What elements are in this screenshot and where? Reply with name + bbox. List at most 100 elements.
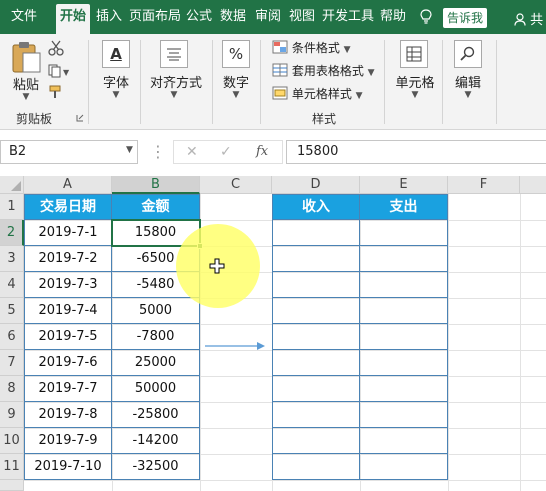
row-header-9[interactable]: 9 [0, 402, 24, 428]
date-cell[interactable]: 2019-7-8 [24, 402, 112, 428]
amount-cell[interactable]: -25800 [112, 402, 200, 428]
copy-icon[interactable]: ▼ [48, 64, 70, 78]
amount-cell[interactable]: 50000 [112, 376, 200, 402]
expense-cell[interactable] [360, 428, 448, 454]
name-box[interactable]: B2 [0, 140, 138, 164]
editing-icon[interactable] [454, 40, 482, 68]
amount-cell[interactable]: -7800 [112, 324, 200, 350]
tab-view[interactable]: 视图 [287, 4, 317, 30]
number-format-icon[interactable]: % [222, 40, 250, 68]
expense-cell[interactable] [360, 298, 448, 324]
conditional-format-button[interactable]: 条件格式 ▼ [272, 38, 351, 58]
date-cell[interactable]: 2019-7-3 [24, 272, 112, 298]
table-header-income[interactable]: 收入 [272, 194, 360, 220]
paste-icon[interactable] [10, 40, 42, 74]
row-header-11[interactable]: 11 [0, 454, 24, 480]
formula-input[interactable]: 15800 [286, 140, 546, 164]
column-header-c[interactable]: C [200, 176, 272, 194]
dialog-launcher-icon[interactable] [76, 114, 84, 122]
row-header-8[interactable]: 8 [0, 376, 24, 402]
alignment-icon[interactable] [160, 40, 188, 68]
income-cell[interactable] [272, 376, 360, 402]
income-cell[interactable] [272, 298, 360, 324]
enter-icon[interactable]: ✓ [220, 141, 232, 163]
expense-cell[interactable] [360, 350, 448, 376]
row-header-10[interactable]: 10 [0, 428, 24, 454]
income-cell[interactable] [272, 402, 360, 428]
number-group-button[interactable]: 数字 [216, 72, 256, 91]
column-header-g[interactable] [520, 176, 546, 194]
format-as-table-button[interactable]: 套用表格格式 ▼ [272, 61, 375, 81]
income-cell[interactable] [272, 454, 360, 480]
tab-insert[interactable]: 插入 [93, 4, 125, 30]
column-header-b[interactable]: B [112, 176, 200, 194]
table-header-expense[interactable]: 支出 [360, 194, 448, 220]
column-header-f[interactable]: F [448, 176, 520, 194]
date-cell[interactable]: 2019-7-7 [24, 376, 112, 402]
cut-icon[interactable] [48, 40, 64, 56]
tab-page-layout[interactable]: 页面布局 [128, 4, 182, 30]
tab-developer[interactable]: 开发工具 [321, 4, 375, 30]
cells-icon[interactable] [400, 40, 428, 68]
editing-group-button[interactable]: 编辑 [448, 72, 488, 91]
expense-cell[interactable] [360, 272, 448, 298]
column-header-a[interactable]: A [24, 176, 112, 194]
amount-cell[interactable]: 5000 [112, 298, 200, 324]
date-cell[interactable]: 2019-7-5 [24, 324, 112, 350]
select-all-corner[interactable] [0, 176, 24, 194]
cells-group-button[interactable]: 单元格 [390, 72, 440, 91]
table-header-amount[interactable]: 金额 [112, 194, 200, 220]
expense-cell[interactable] [360, 376, 448, 402]
date-cell[interactable]: 2019-7-1 [24, 220, 112, 246]
paste-dropdown-icon[interactable]: ▼ [20, 92, 32, 102]
cell-styles-button[interactable]: 单元格样式 ▼ [272, 84, 363, 104]
paste-button[interactable]: 粘贴 [8, 74, 44, 93]
tab-data[interactable]: 数据 [218, 4, 248, 30]
share-button[interactable]: 共 [514, 9, 543, 28]
amount-cell[interactable]: 25000 [112, 350, 200, 376]
date-cell[interactable]: 2019-7-10 [24, 454, 112, 480]
expense-cell[interactable] [360, 246, 448, 272]
row-header-7[interactable]: 7 [0, 350, 24, 376]
formula-bar-handle[interactable]: ⋮ [150, 142, 166, 161]
cells-dropdown-icon[interactable]: ▼ [409, 90, 421, 100]
number-dropdown-icon[interactable]: ▼ [230, 90, 242, 100]
editing-dropdown-icon[interactable]: ▼ [462, 90, 474, 100]
income-cell[interactable] [272, 272, 360, 298]
expense-cell[interactable] [360, 220, 448, 246]
column-header-d[interactable]: D [272, 176, 360, 194]
income-cell[interactable] [272, 428, 360, 454]
amount-cell[interactable]: -14200 [112, 428, 200, 454]
income-cell[interactable] [272, 246, 360, 272]
tab-home[interactable]: 开始 [56, 4, 90, 34]
expense-cell[interactable] [360, 402, 448, 428]
expense-cell[interactable] [360, 324, 448, 350]
font-dropdown-icon[interactable]: ▼ [110, 90, 122, 100]
tab-help[interactable]: 帮助 [378, 4, 408, 30]
format-painter-icon[interactable] [48, 84, 64, 100]
worksheet-grid[interactable]: A B C D E F 1 2 3 4 5 6 7 8 9 10 11 交易日期… [0, 176, 546, 491]
alignment-dropdown-icon[interactable]: ▼ [168, 90, 180, 100]
income-cell[interactable] [272, 220, 360, 246]
font-group-button[interactable]: 字体 [96, 72, 136, 91]
table-header-date[interactable]: 交易日期 [24, 194, 112, 220]
cancel-icon[interactable]: ✕ [186, 141, 198, 163]
alignment-group-button[interactable]: 对齐方式 [144, 72, 208, 91]
font-icon[interactable]: A [102, 40, 130, 68]
amount-cell[interactable]: -32500 [112, 454, 200, 480]
row-header-3[interactable]: 3 [0, 246, 24, 272]
tell-me-search[interactable]: 告诉我 [443, 8, 487, 28]
expense-cell[interactable] [360, 454, 448, 480]
row-header-6[interactable]: 6 [0, 324, 24, 350]
tab-review[interactable]: 审阅 [253, 4, 283, 30]
row-header-12[interactable] [0, 480, 24, 491]
row-header-2[interactable]: 2 [0, 220, 24, 246]
date-cell[interactable]: 2019-7-2 [24, 246, 112, 272]
income-cell[interactable] [272, 324, 360, 350]
date-cell[interactable]: 2019-7-4 [24, 298, 112, 324]
tab-file[interactable]: 文件 [4, 4, 44, 30]
row-header-4[interactable]: 4 [0, 272, 24, 298]
name-box-dropdown-icon[interactable]: ▼ [126, 145, 133, 155]
income-cell[interactable] [272, 350, 360, 376]
insert-function-icon[interactable]: fx [256, 141, 268, 163]
